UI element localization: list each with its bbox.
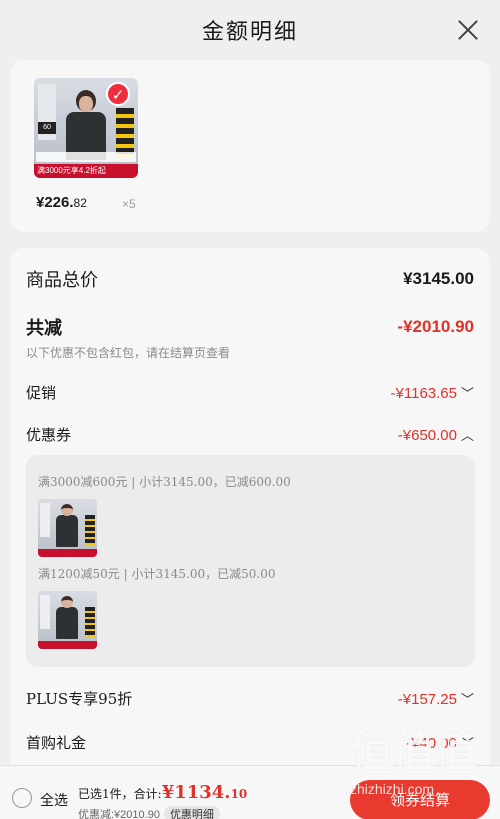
amount-detail-card: 商品总价 ¥3145.00 共减 -¥2010.90 以下优惠不包含红包，请在结… — [10, 248, 490, 819]
discount-summary: 优惠减:¥2010.90 优惠明细 — [78, 806, 220, 819]
chevron-up-icon[interactable]: ︿ — [461, 425, 474, 444]
coupon-label: 优惠券 — [26, 426, 72, 444]
thumb-side-strip — [116, 108, 134, 158]
discount-total-row: 共减 -¥2010.90 — [26, 314, 474, 340]
first-purchase-value: -¥40.00 — [406, 735, 457, 752]
coupon-product-thumbnail — [38, 499, 97, 557]
select-all-label[interactable]: 全选 — [40, 790, 68, 810]
price-integer: ¥226. — [36, 194, 74, 211]
promo-row[interactable]: 促销 -¥1163.65 ﹀ — [26, 382, 474, 403]
coupon-row[interactable]: 优惠券 -¥650.00 ︿ — [26, 424, 474, 445]
coupon-product-thumbnail — [38, 591, 97, 649]
coupon-value: -¥650.00 — [397, 427, 457, 444]
chevron-down-icon[interactable]: ﹀ — [461, 383, 474, 402]
summary-prefix: 已选1件，合计: — [78, 787, 162, 801]
first-purchase-label: 首购礼金 — [26, 734, 87, 752]
selected-check-icon[interactable]: ✓ — [106, 82, 130, 106]
summary-total-decimal: 10 — [230, 787, 248, 801]
total-price-value: ¥3145.00 — [403, 269, 474, 288]
discount-total-label: 共减 — [26, 318, 62, 339]
chevron-down-icon[interactable]: ﹀ — [461, 733, 474, 752]
coupon-line: 满1200减50元 | 小计3145.00，已减50.00 — [38, 567, 276, 581]
page-title: 金额明细 — [201, 20, 298, 45]
coupon-detail-box: 满3000减600元 | 小计3145.00，已减600.00 满1200减50… — [26, 455, 475, 667]
select-all-radio[interactable] — [12, 788, 32, 808]
discount-note: 以下优惠不包含红包，请在结算页查看 — [26, 346, 231, 360]
checkout-button[interactable]: 领券结算 — [350, 780, 490, 819]
plus-discount-value: -¥157.25 — [397, 691, 457, 708]
total-price-label: 商品总价 — [26, 270, 98, 291]
coupon-line: 满3000减600元 | 小计3145.00，已减600.00 — [38, 475, 291, 489]
discount-detail-button[interactable]: 优惠明细 — [163, 806, 220, 819]
promo-label: 促销 — [26, 384, 57, 402]
thumb-badge: 60 — [38, 122, 56, 134]
price-decimal: 82 — [73, 196, 87, 210]
product-quantity: ×5 — [122, 197, 136, 211]
first-purchase-row[interactable]: 首购礼金 -¥40.00 ﹀ — [26, 732, 474, 753]
discount-total-value: -¥2010.90 — [397, 317, 474, 336]
chevron-down-icon[interactable]: ﹀ — [461, 689, 474, 708]
plus-discount-row[interactable]: PLUS专享95折 -¥157.25 ﹀ — [26, 688, 474, 709]
header: 金额明细 — [0, 0, 500, 60]
total-price-row: 商品总价 ¥3145.00 — [26, 266, 474, 292]
product-card: 60 满3000元享4.2折起 ✓ ¥226.82 ×5 — [10, 60, 490, 232]
close-icon[interactable] — [454, 16, 482, 44]
model-image — [66, 90, 106, 160]
product-price: ¥226.82 — [36, 194, 87, 211]
thumb-size-chart — [36, 152, 136, 162]
checkout-bar: 全选 已选1件，合计:¥1134.10 优惠减:¥2010.90 优惠明细 领券结… — [0, 765, 500, 819]
promo-value: -¥1163.65 — [390, 385, 457, 402]
promo-banner: 满3000元享4.2折起 — [34, 164, 138, 178]
selected-summary: 已选1件，合计:¥1134.10 — [78, 782, 247, 803]
discount-summary-text: 优惠减:¥2010.90 — [78, 809, 160, 819]
plus-discount-label: PLUS专享95折 — [26, 690, 133, 708]
summary-total-integer: ¥1134. — [161, 782, 231, 803]
